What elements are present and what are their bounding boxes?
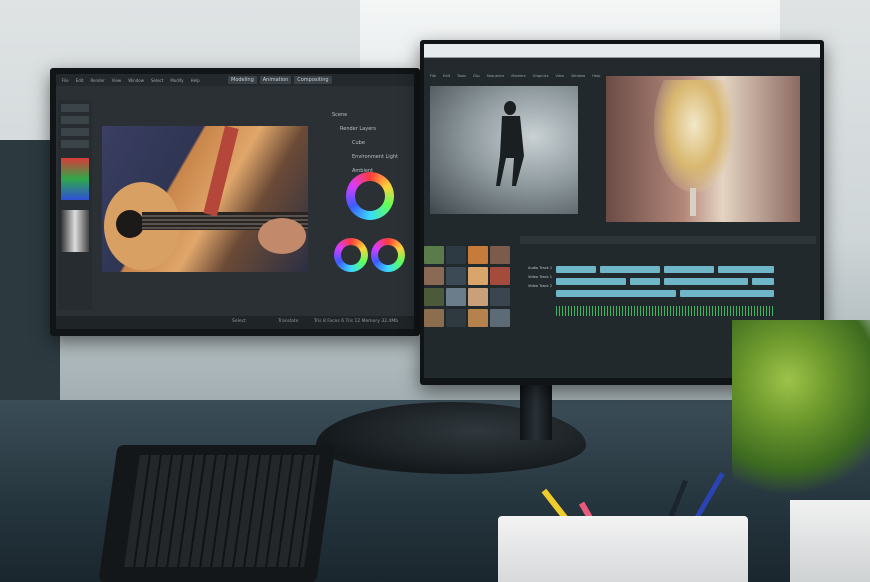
timeline-clip[interactable] xyxy=(630,278,660,285)
tool-panel xyxy=(58,100,92,310)
media-thumbnail[interactable] xyxy=(490,309,510,327)
right-menu-bar: File Edit Tools Clip Sequence Markers Graphics… xyxy=(430,74,600,78)
status-select[interactable]: Select xyxy=(232,319,246,324)
timeline-clip[interactable] xyxy=(556,266,596,273)
right-menu-item[interactable]: Window xyxy=(571,74,585,78)
media-thumbnail[interactable] xyxy=(468,309,488,327)
guitar-video-viewport xyxy=(102,126,308,272)
media-bin xyxy=(424,246,514,328)
keyboard-keys xyxy=(124,455,320,567)
dancer-silhouette xyxy=(496,101,524,186)
outliner-item[interactable]: Cube xyxy=(332,140,406,146)
right-menu-item[interactable]: Graphics xyxy=(533,74,549,78)
timeline-clip[interactable] xyxy=(664,278,748,285)
right-menu-item[interactable]: Tools xyxy=(457,74,466,78)
left-menu-item[interactable]: Window xyxy=(128,78,144,83)
media-thumbnail[interactable] xyxy=(468,267,488,285)
guitar-illustration xyxy=(104,126,308,270)
media-thumbnail[interactable] xyxy=(446,309,466,327)
media-thumbnail[interactable] xyxy=(490,246,510,264)
left-menu-item[interactable]: Edit xyxy=(76,78,84,83)
media-thumbnail[interactable] xyxy=(424,267,444,285)
left-menu-item[interactable]: Modify xyxy=(170,78,183,83)
right-menu-item[interactable]: View xyxy=(556,74,565,78)
right-top-bar xyxy=(424,44,820,74)
texture-preview xyxy=(61,210,89,252)
wine-glass-stem xyxy=(690,188,696,216)
media-thumbnail[interactable] xyxy=(446,288,466,306)
tab-modeling[interactable]: Modeling xyxy=(228,76,257,84)
timeline-clip[interactable] xyxy=(664,266,714,273)
color-wheel-main[interactable] xyxy=(346,172,394,220)
status-translate[interactable]: Translate xyxy=(278,319,298,324)
tool-button[interactable] xyxy=(61,116,89,124)
timeline-tracks[interactable] xyxy=(556,266,776,324)
color-wheel-highlights[interactable] xyxy=(371,238,405,272)
tool-button[interactable] xyxy=(61,104,89,112)
left-menu-item[interactable]: File xyxy=(62,78,69,83)
track-label: Audio Track 1 xyxy=(528,266,553,270)
track-label: Video Track 1 xyxy=(528,275,553,279)
timeline-ruler[interactable] xyxy=(520,236,816,244)
right-menu-item[interactable]: Clip xyxy=(473,74,480,78)
wine-glass xyxy=(654,80,734,192)
timeline-clip[interactable] xyxy=(752,278,774,285)
media-thumbnail[interactable] xyxy=(424,246,444,264)
media-thumbnail[interactable] xyxy=(468,288,488,306)
timeline-clip[interactable] xyxy=(680,290,774,297)
right-menu-item[interactable]: Markers xyxy=(511,74,525,78)
left-menu-item[interactable]: View xyxy=(112,78,122,83)
status-stats: Tris 8 Faces 6 Tris 12 Memory 32.4Mb xyxy=(314,319,399,324)
right-menu-item[interactable]: Help xyxy=(592,74,600,78)
tab-animation[interactable]: Animation xyxy=(259,76,292,84)
outliner-item[interactable]: Scene xyxy=(332,112,406,118)
tool-button[interactable] xyxy=(61,140,89,148)
right-menu-item[interactable]: Edit xyxy=(443,74,450,78)
plant-pot xyxy=(790,500,870,582)
right-menu-item[interactable]: Sequence xyxy=(487,74,505,78)
media-thumbnail[interactable] xyxy=(446,246,466,264)
pen-holder-cup xyxy=(498,516,748,582)
timeline-clip[interactable] xyxy=(556,290,676,297)
office-scene: File Edit Render View Window Select Modify Help… xyxy=(0,0,870,582)
media-thumbnail[interactable] xyxy=(468,246,488,264)
timeline-clip[interactable] xyxy=(718,266,774,273)
right-menu-item[interactable]: File xyxy=(430,74,436,78)
media-thumbnail[interactable] xyxy=(490,267,510,285)
color-wheel-shadows[interactable] xyxy=(334,238,368,272)
track-label: Video Track 2 xyxy=(528,284,553,288)
outliner-item[interactable]: Render Layers xyxy=(332,126,406,132)
left-menu-item[interactable]: Render xyxy=(90,78,104,83)
color-histogram xyxy=(61,158,89,200)
left-menu-item[interactable]: Help xyxy=(191,78,200,83)
tab-compositing[interactable]: Compositing xyxy=(294,76,332,84)
timeline-clip[interactable] xyxy=(556,278,626,285)
media-thumbnail[interactable] xyxy=(424,288,444,306)
source-viewer xyxy=(430,86,578,214)
media-thumbnail[interactable] xyxy=(490,288,510,306)
media-thumbnail[interactable] xyxy=(424,309,444,327)
track-headers: Audio Track 1 Video Track 1 Video Track … xyxy=(528,266,556,288)
left-menu-item[interactable]: Select xyxy=(151,78,163,83)
workspace-tabs: Modeling Animation Compositing xyxy=(228,76,332,84)
left-status-bar: Select Translate Tris 8 Faces 6 Tris 12 … xyxy=(56,316,414,329)
outliner-item[interactable]: Environment Light xyxy=(332,154,406,160)
media-thumbnail[interactable] xyxy=(446,267,466,285)
potted-plant xyxy=(732,320,870,520)
timeline-clip[interactable] xyxy=(600,266,660,273)
audio-waveform[interactable] xyxy=(556,306,774,316)
tool-button[interactable] xyxy=(61,128,89,136)
